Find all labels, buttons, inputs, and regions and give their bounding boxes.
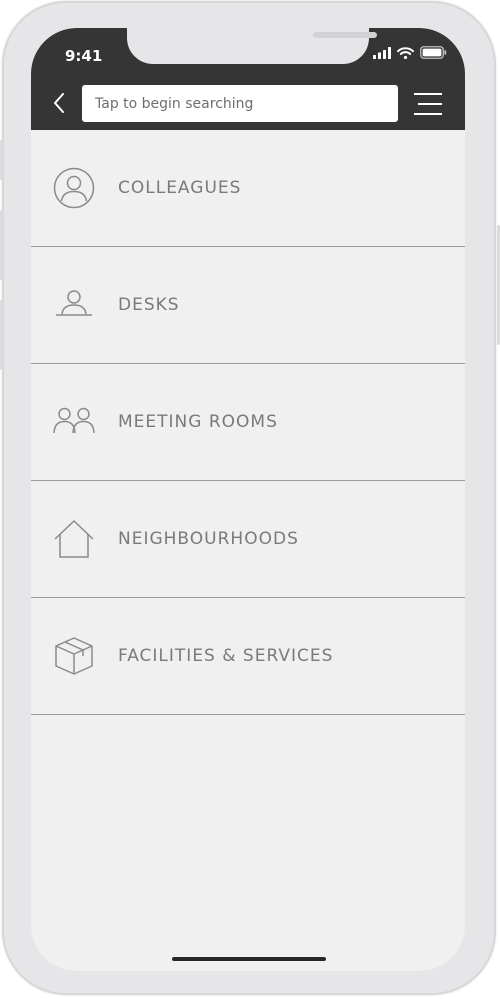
house-icon	[52, 517, 96, 561]
list-item-neighbourhoods[interactable]: NEIGHBOURHOODS	[31, 481, 465, 598]
list-item-label: NEIGHBOURHOODS	[118, 529, 299, 549]
battery-icon	[420, 46, 447, 59]
list-item-label: MEETING ROOMS	[118, 412, 278, 432]
screen: 9:41 Tap to begin searching COLLEAGUES D…	[31, 28, 465, 971]
list-item-label: FACILITIES & SERVICES	[118, 646, 334, 666]
hamburger-menu-icon	[414, 93, 442, 115]
list-item-desks[interactable]: DESKS	[31, 247, 465, 364]
chevron-left-icon	[54, 93, 64, 113]
list-item-colleagues[interactable]: COLLEAGUES	[31, 130, 465, 247]
home-indicator[interactable]	[172, 957, 326, 961]
person-circle-icon	[52, 166, 96, 210]
mute-switch	[0, 140, 3, 180]
cellular-signal-icon	[373, 46, 391, 59]
desk-person-icon	[52, 283, 96, 327]
wifi-icon	[397, 46, 414, 59]
app-header: 9:41	[31, 28, 465, 130]
list-item-label: COLLEAGUES	[118, 178, 242, 198]
volume-up-button	[0, 210, 3, 280]
search-input[interactable]	[82, 85, 398, 122]
volume-down-button	[0, 300, 3, 370]
speaker-grille	[313, 32, 377, 38]
list-item-meeting-rooms[interactable]: MEETING ROOMS	[31, 364, 465, 481]
status-time: 9:41	[65, 47, 103, 65]
device-notch	[127, 28, 377, 64]
back-button[interactable]	[47, 90, 71, 116]
status-icons	[373, 46, 447, 59]
package-box-icon	[52, 634, 96, 678]
list-item-label: DESKS	[118, 295, 180, 315]
category-list: COLLEAGUES DESKS MEETING ROOMS NEIGHBOUR…	[31, 130, 465, 715]
people-group-icon	[52, 400, 96, 444]
list-item-facilities-services[interactable]: FACILITIES & SERVICES	[31, 598, 465, 715]
hamburger-menu-button[interactable]	[413, 92, 443, 116]
